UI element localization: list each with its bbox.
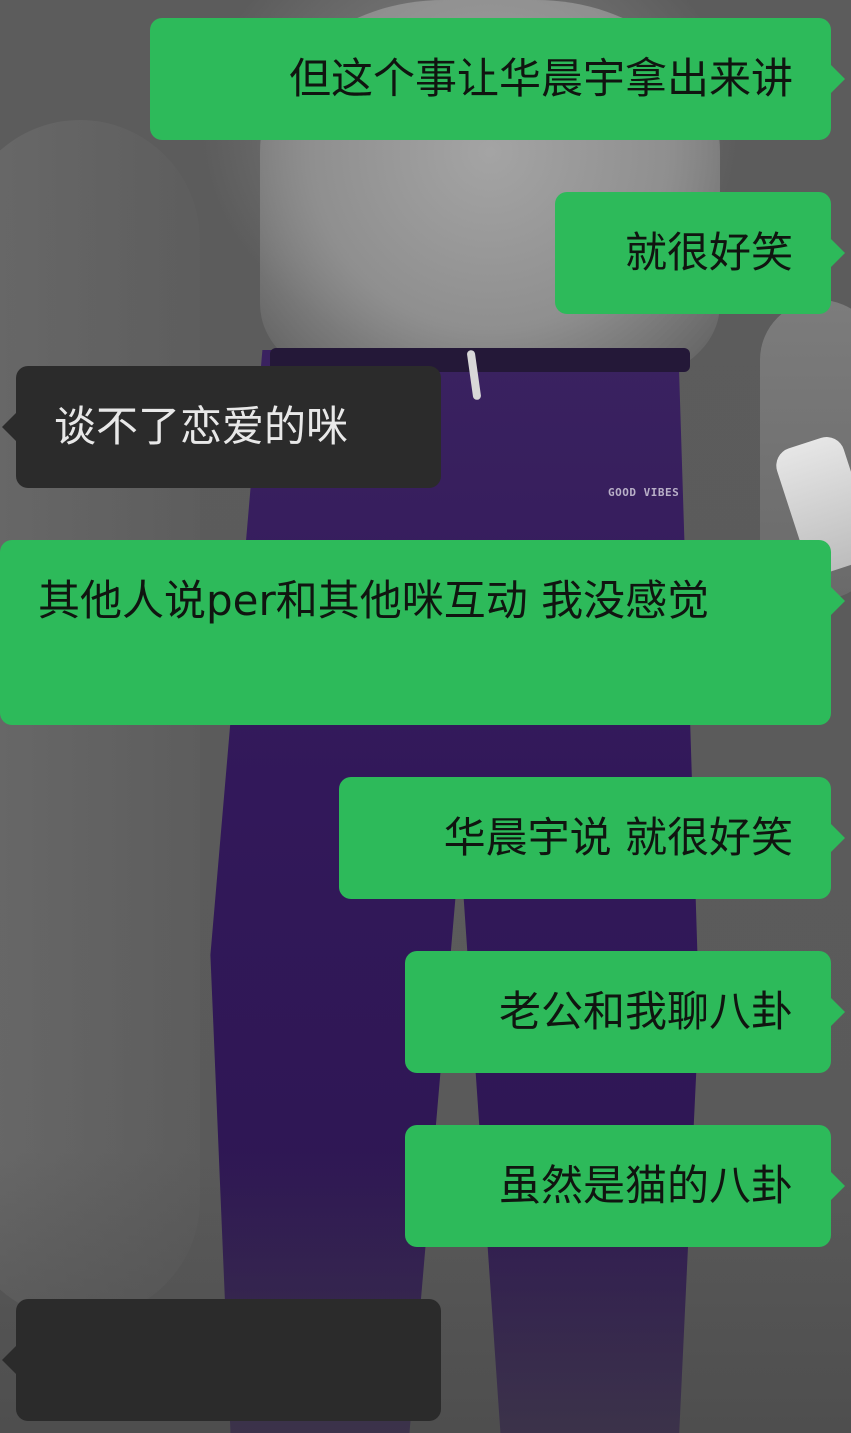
message-text: 华晨宇说 就很好笑 — [443, 813, 793, 862]
wallpaper-logo-text: GOOD VIBES — [608, 486, 680, 499]
message-text: 其他人说per和其他咪互动 我没感觉 — [38, 576, 710, 625]
message-bubble-incoming-redacted[interactable] — [2, 1299, 441, 1421]
bubble-tail — [830, 1171, 845, 1201]
bubble-tail — [830, 586, 845, 616]
bubble-tail — [830, 823, 845, 853]
message-bubble-incoming[interactable]: 谈不了恋爱的咪 — [2, 366, 441, 488]
message-text: 虽然是猫的八卦 — [498, 1161, 793, 1210]
bubble-tail — [830, 238, 845, 268]
message-text: 就很好笑 — [624, 228, 793, 277]
message-bubble-outgoing[interactable]: 就很好笑 — [555, 192, 845, 314]
message-text: 但这个事让华晨宇拿出来讲 — [288, 54, 793, 103]
bubble-tail — [2, 1345, 17, 1375]
bubble-tail — [830, 997, 845, 1027]
message-bubble-outgoing[interactable]: 但这个事让华晨宇拿出来讲 — [150, 18, 845, 140]
bubble-tail — [2, 412, 17, 442]
message-text: 谈不了恋爱的咪 — [54, 402, 349, 451]
message-bubble-outgoing[interactable]: 其他人说per和其他咪互动 我没感觉 — [0, 540, 845, 725]
message-text: 老公和我聊八卦 — [498, 987, 793, 1036]
message-bubble-outgoing[interactable]: 华晨宇说 就很好笑 — [339, 777, 845, 899]
message-bubble-outgoing[interactable]: 老公和我聊八卦 — [405, 951, 845, 1073]
message-bubble-outgoing[interactable]: 虽然是猫的八卦 — [405, 1125, 845, 1247]
bubble-tail — [830, 64, 845, 94]
